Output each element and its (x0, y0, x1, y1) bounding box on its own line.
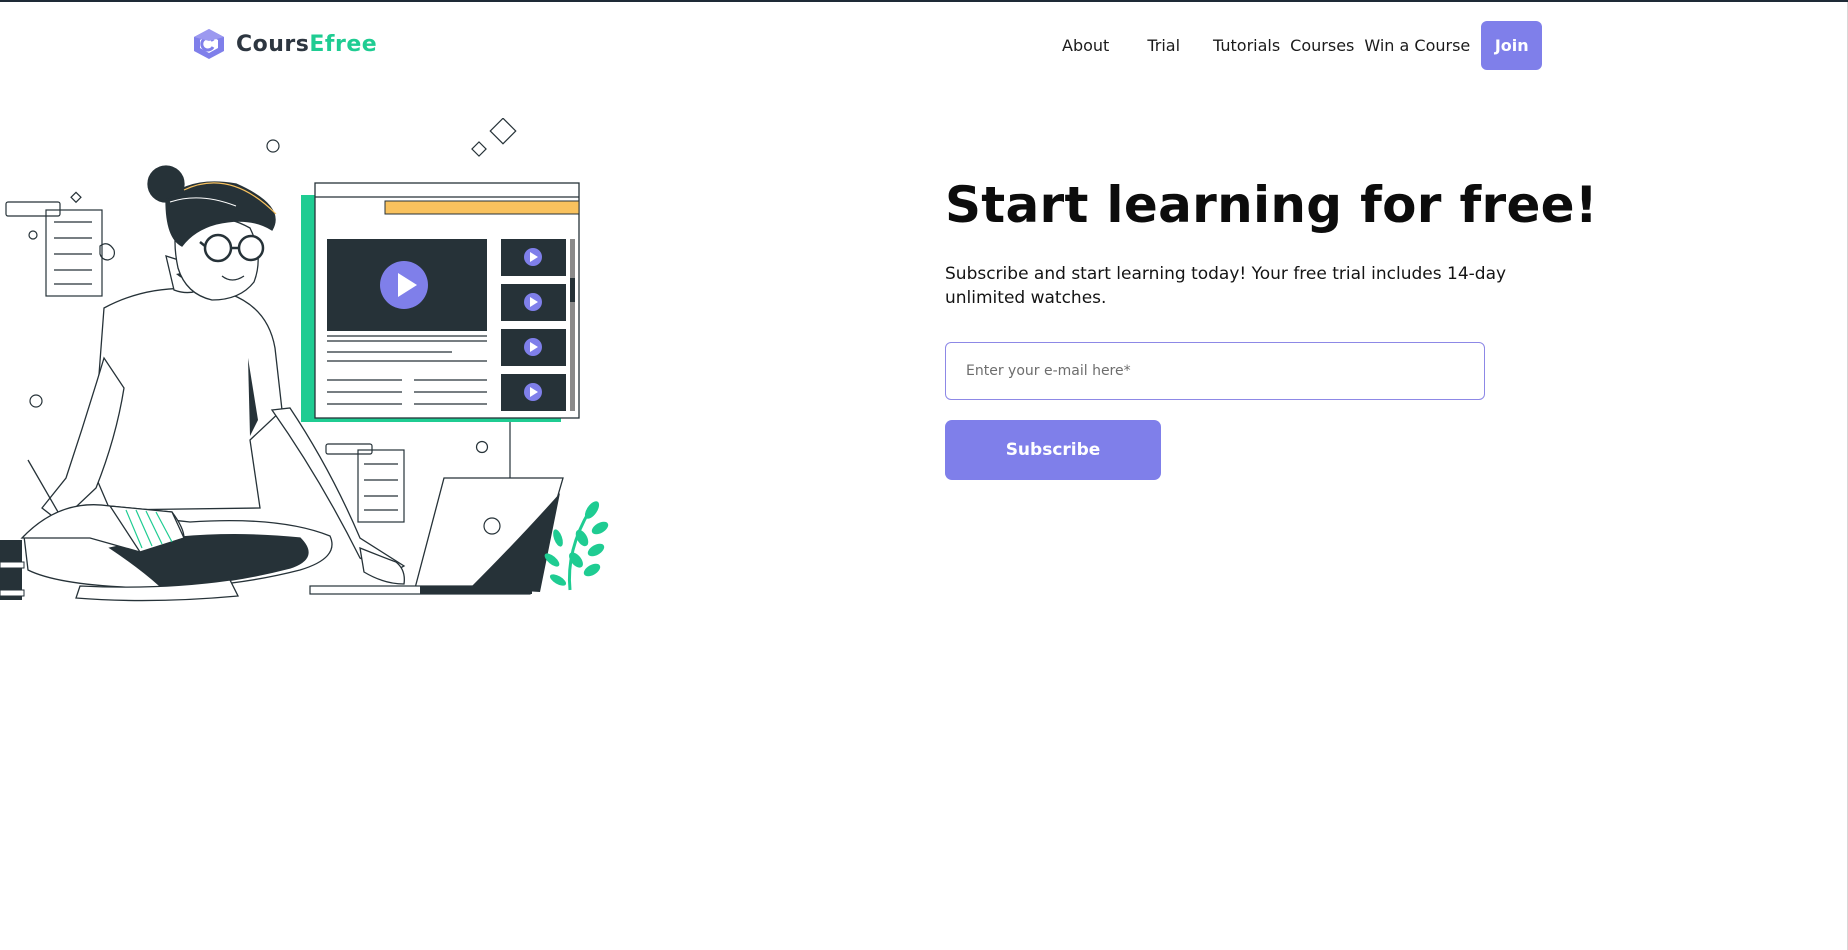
nav-trial[interactable]: Trial (1137, 23, 1208, 69)
brand-name-primary: Cours (236, 31, 310, 57)
nav-about[interactable]: About (1054, 23, 1137, 69)
top-border (0, 0, 1848, 2)
nav-courses[interactable]: Courses (1285, 23, 1359, 69)
email-input[interactable] (945, 342, 1485, 400)
main-nav: About Trial Tutorials Courses Win a Cour… (1054, 21, 1543, 70)
hero-section: Start learning for free! Subscribe and s… (945, 172, 1599, 480)
hero-title: Start learning for free! (945, 176, 1599, 234)
join-button[interactable]: Join (1481, 21, 1543, 70)
hero-subtitle: Subscribe and start learning today! Your… (945, 264, 1507, 308)
nav-tutorials[interactable]: Tutorials (1208, 23, 1285, 69)
subscribe-button[interactable]: Subscribe (945, 420, 1161, 480)
brand-name-accent: Efree (309, 31, 378, 57)
brand-logo[interactable]: CoursEfree (191, 27, 377, 61)
hero-illustration (0, 118, 609, 602)
nav-win-a-course[interactable]: Win a Course (1359, 23, 1475, 69)
graduation-cap-logo-icon (194, 29, 224, 59)
brand-name: CoursEfree (236, 32, 377, 57)
